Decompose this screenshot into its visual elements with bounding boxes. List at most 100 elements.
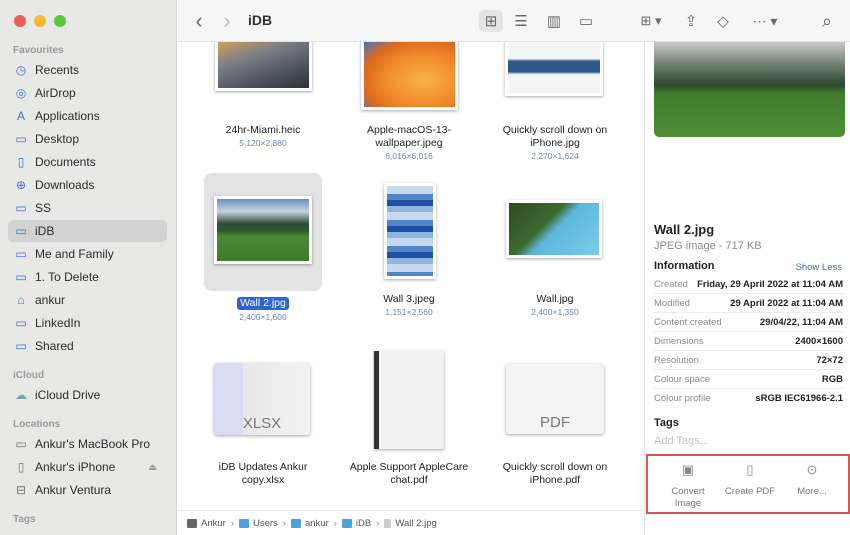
back-button[interactable]: ‹ <box>190 8 208 33</box>
sidebar-item-shared[interactable]: ▭ Shared <box>8 335 167 357</box>
file-item[interactable]: Wall.jpg 2,400×1,350 <box>480 293 630 317</box>
path-item[interactable]: Wall 2.jpg <box>384 518 437 529</box>
zoom-button[interactable] <box>54 15 66 27</box>
file-item[interactable]: 24hr-Miami.heic 5,120×2,880 <box>188 124 338 148</box>
sidebar-item-recents[interactable]: ◷ Recents <box>8 59 167 81</box>
sidebar-item-airdrop[interactable]: ◎ AirDrop <box>8 82 167 104</box>
sidebar-item-icloud-drive[interactable]: ☁ iCloud Drive <box>8 384 167 406</box>
sidebar-item-ss[interactable]: ▭ SS <box>8 197 167 219</box>
file-grid: 24hr-Miami.heic 5,120×2,880 Apple-macOS-1… <box>178 42 644 510</box>
convert-image-button[interactable]: ▣ Convert Image <box>656 456 720 510</box>
sidebar-item-ankur[interactable]: ⌂ ankur <box>8 289 167 311</box>
sidebar-item-applications[interactable]: A Applications <box>8 105 167 127</box>
image-file-icon <box>384 518 392 528</box>
section-locations: Locations <box>13 419 61 430</box>
search-button[interactable]: ⌕ <box>816 10 838 32</box>
info-row-colour-profile: Colour profile sRGB IEC61966-2.1 <box>654 393 843 404</box>
add-tags-input[interactable]: Add Tags... <box>654 435 709 447</box>
file-thumbnail[interactable] <box>214 196 312 264</box>
column-view-button[interactable]: ▥ <box>542 10 566 32</box>
download-icon: ⊕ <box>15 178 27 192</box>
laptop-icon: ▭ <box>15 437 27 451</box>
path-item[interactable]: iDB <box>341 518 371 529</box>
share-button[interactable]: ⇪ <box>680 10 702 32</box>
file-item[interactable]: iDB Updates Ankur copy.xlsx <box>188 461 338 487</box>
home-folder-icon <box>290 518 301 528</box>
info-row-created: Created Friday, 29 April 2022 at 11:04 AM <box>654 275 843 294</box>
file-thumbnail[interactable] <box>384 183 436 279</box>
file-item[interactable]: Wall 3.jpeg 1,151×2,560 <box>334 293 484 317</box>
file-thumbnail[interactable] <box>374 351 444 449</box>
preview-title: Wall 2.jpg <box>654 222 715 237</box>
file-item[interactable]: Apple Support AppleCare chat.pdf <box>334 461 484 487</box>
sidebar-item-macbook-pro[interactable]: ▭ Ankur's MacBook Pro <box>8 433 167 455</box>
file-item[interactable]: Apple-macOS-13- wallpaper.jpeg 6,016×6,016 <box>334 124 484 161</box>
sidebar-item-linkedin[interactable]: ▭ LinkedIn <box>8 312 167 334</box>
file-item[interactable]: Quickly scroll down on iPhone.pdf <box>480 461 630 487</box>
list-view-button[interactable]: ☰ <box>509 10 533 32</box>
chevron-right-icon: › <box>230 517 234 529</box>
folder-icon: ▭ <box>15 224 27 238</box>
sidebar-item-to-delete[interactable]: ▭ 1. To Delete <box>8 266 167 288</box>
icon-view-button[interactable]: ⊞ <box>479 10 503 32</box>
window-title: iDB <box>248 12 273 28</box>
airdrop-icon: ◎ <box>15 86 27 100</box>
gallery-view-button[interactable]: ▭ <box>574 10 598 32</box>
preview-subtitle: JPEG image - 717 KB <box>654 240 762 252</box>
sidebar-item-downloads[interactable]: ⊕ Downloads <box>8 174 167 196</box>
action-menu-button[interactable]: ⋯ ▾ <box>748 10 782 32</box>
iphone-icon: ▯ <box>17 460 25 474</box>
file-thumbnail[interactable] <box>215 42 312 91</box>
desktop-icon: ▭ <box>15 132 27 146</box>
convert-image-icon: ▣ <box>681 462 695 477</box>
sidebar-item-idb[interactable]: ▭ iDB <box>8 220 167 242</box>
file-thumbnail[interactable] <box>361 42 458 110</box>
info-row-modified: Modified 29 April 2022 at 11:04 AM <box>654 294 843 313</box>
share-icon: ⇪ <box>684 13 698 30</box>
folder-icon <box>239 518 249 528</box>
tag-button[interactable]: ◇ <box>712 10 734 32</box>
sidebar-item-me-and-family[interactable]: ▭ Me and Family <box>8 243 167 265</box>
close-button[interactable] <box>14 15 26 27</box>
file-thumbnail[interactable] <box>506 200 602 258</box>
show-less-link[interactable]: Show Less <box>796 262 842 273</box>
folder-icon: ▭ <box>15 316 27 330</box>
file-item[interactable]: Quickly scroll down on iPhone.jpg 2,270×1,… <box>480 124 630 161</box>
path-item[interactable]: Ankur <box>187 518 226 529</box>
home-icon: ⌂ <box>17 293 25 307</box>
drive-icon: ⊟ <box>15 483 27 497</box>
group-button[interactable]: ⊞ ▾ <box>634 10 668 32</box>
window-controls <box>14 15 66 27</box>
search-icon: ⌕ <box>821 10 833 31</box>
folder-icon: ▭ <box>15 247 27 261</box>
folder-icon: ▭ <box>15 270 27 284</box>
create-pdf-button[interactable]: ▯ Create PDF <box>718 456 782 498</box>
sidebar-item-desktop[interactable]: ▭ Desktop <box>8 128 167 150</box>
file-thumbnail[interactable]: PDF <box>506 364 604 434</box>
more-actions-button[interactable]: ⊙ More... <box>780 456 844 498</box>
path-item[interactable]: ankur <box>290 518 329 529</box>
sidebar-item-documents[interactable]: ▯ Documents <box>8 151 167 173</box>
grid-icon: ⊞ <box>484 13 498 30</box>
macbook-icon <box>187 518 197 528</box>
folder-icon <box>341 518 352 528</box>
file-item-selected[interactable]: Wall 2.jpg 2,400×1,600 <box>188 293 338 322</box>
sidebar-item-iphone[interactable]: ▯ Ankur's iPhone ⏏ <box>8 456 167 478</box>
preview-pane: Wall 2.jpg JPEG image - 717 KB Informati… <box>644 42 850 535</box>
quick-actions: ▣ Convert Image ▯ Create PDF ⊙ More... <box>646 454 850 514</box>
file-thumbnail[interactable]: XLSX <box>214 363 310 435</box>
minimize-button[interactable] <box>34 15 46 27</box>
chevron-right-icon: › <box>376 517 380 529</box>
path-item[interactable]: Users <box>239 518 278 529</box>
applications-icon: A <box>16 109 25 123</box>
info-row-content-created: Content created 29/04/22, 11:04 AM <box>654 313 843 332</box>
sidebar-item-ankur-ventura[interactable]: ⊟ Ankur Ventura <box>8 479 167 501</box>
forward-button[interactable]: › <box>218 8 236 33</box>
eject-icon[interactable]: ⏏ <box>148 462 157 473</box>
preview-image <box>654 42 845 137</box>
ellipsis-circle-icon: ⋯ ▾ <box>752 12 778 29</box>
file-thumbnail[interactable] <box>505 42 603 96</box>
group-icon: ⊞ ▾ <box>640 13 662 28</box>
info-row-colour-space: Colour space RGB <box>654 370 843 389</box>
more-icon: ⊙ <box>806 462 818 477</box>
